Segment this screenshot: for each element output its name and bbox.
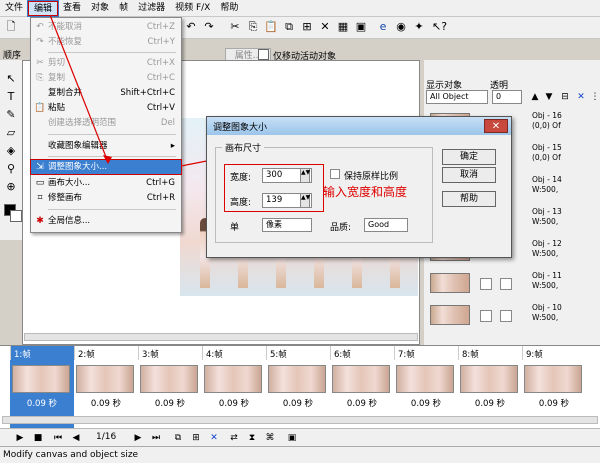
frame-thumbnail <box>524 365 582 393</box>
cancel-button[interactable]: 取消 <box>442 167 496 183</box>
frame-label: 4:帧 <box>202 346 266 360</box>
frame-properties-icon[interactable]: ▣ <box>286 432 298 444</box>
frame-counter: 1/16 <box>96 432 117 442</box>
annotation-arrowhead <box>103 155 112 164</box>
keep-ratio-label: 保持原样比例 <box>344 172 399 182</box>
dialog-close-button[interactable]: ✕ <box>484 119 508 133</box>
frame-thumbnail <box>332 365 390 393</box>
frame-time[interactable]: 0.09 秒 <box>394 397 458 409</box>
play-icon[interactable]: ▶ <box>14 432 26 444</box>
help-button[interactable]: 帮助 <box>442 191 496 207</box>
frame-label: 1:帧 <box>10 346 74 360</box>
annotation-arrow-line <box>49 14 109 163</box>
stop-icon[interactable]: ■ <box>32 432 44 444</box>
frame-thumbnail <box>204 365 262 393</box>
frame-time[interactable]: 0.09 秒 <box>74 397 138 409</box>
frame-thumbnail <box>268 365 326 393</box>
frame-thumbnail <box>76 365 134 393</box>
playback-bar: ▶ ■ ⏮ ◀ 1/16 ▶ ⏭ ⧉ ⊞ ✕ ⇄ ⧗ ⌘ ▣ <box>0 428 600 446</box>
prev-frame-icon[interactable]: ◀ <box>70 432 82 444</box>
frame-time[interactable]: 0.09 秒 <box>522 397 586 409</box>
frame-time[interactable]: 0.09 秒 <box>330 397 394 409</box>
frame-label: 9:帧 <box>522 346 586 360</box>
delete-frame-icon[interactable]: ✕ <box>208 432 220 444</box>
dialog-title: 调整图象大小 <box>207 117 511 135</box>
unit-select[interactable]: 像素 <box>262 218 312 232</box>
unit-label: 单 <box>230 223 240 233</box>
last-frame-icon[interactable]: ⏭ <box>150 432 162 444</box>
frame-time[interactable]: 0.09 秒 <box>138 397 202 409</box>
timing-icon[interactable]: ⧗ <box>246 432 258 444</box>
frames-hscroll[interactable] <box>2 416 598 424</box>
frame-label: 2:帧 <box>74 346 138 360</box>
frame-label: 5:帧 <box>266 346 330 360</box>
optimize-icon[interactable]: ⌘ <box>264 432 276 444</box>
frame-time[interactable]: 0.09 秒 <box>10 397 74 409</box>
annotation-highlight-box <box>224 164 324 212</box>
frame-thumbnail <box>396 365 454 393</box>
add-frame-icon[interactable]: ⧉ <box>172 432 184 444</box>
frame-time[interactable]: 0.09 秒 <box>458 397 522 409</box>
reverse-icon[interactable]: ⇄ <box>228 432 240 444</box>
status-bar: Modify canvas and object size <box>0 446 600 463</box>
frame-thumbnail <box>460 365 518 393</box>
frame-thumbnail <box>140 365 198 393</box>
annotation-text: 输入宽度和高度 <box>323 185 408 199</box>
ok-button[interactable]: 确定 <box>442 149 496 165</box>
frame-label: 3:帧 <box>138 346 202 360</box>
keep-ratio-checkbox[interactable] <box>330 169 340 179</box>
group-title: 画布尺寸 <box>222 141 265 154</box>
duplicate-frame-icon[interactable]: ⊞ <box>190 432 202 444</box>
next-frame-icon[interactable]: ▶ <box>132 432 144 444</box>
frame-time[interactable]: 0.09 秒 <box>202 397 266 409</box>
frame-label: 7:帧 <box>394 346 458 360</box>
quality-select[interactable]: Good <box>364 218 408 232</box>
frame-time[interactable]: 0.09 秒 <box>266 397 330 409</box>
first-frame-icon[interactable]: ⏮ <box>52 432 64 444</box>
frame-strip: 1:帧 0.09 秒 2:帧 0.09 秒 3:帧 0.09 秒 4:帧 0.09 秒 … <box>0 345 600 429</box>
quality-label: 品质: <box>330 223 352 233</box>
frame-label: 6:帧 <box>330 346 394 360</box>
frame-thumbnail <box>12 365 70 393</box>
frame-label: 8:帧 <box>458 346 522 360</box>
